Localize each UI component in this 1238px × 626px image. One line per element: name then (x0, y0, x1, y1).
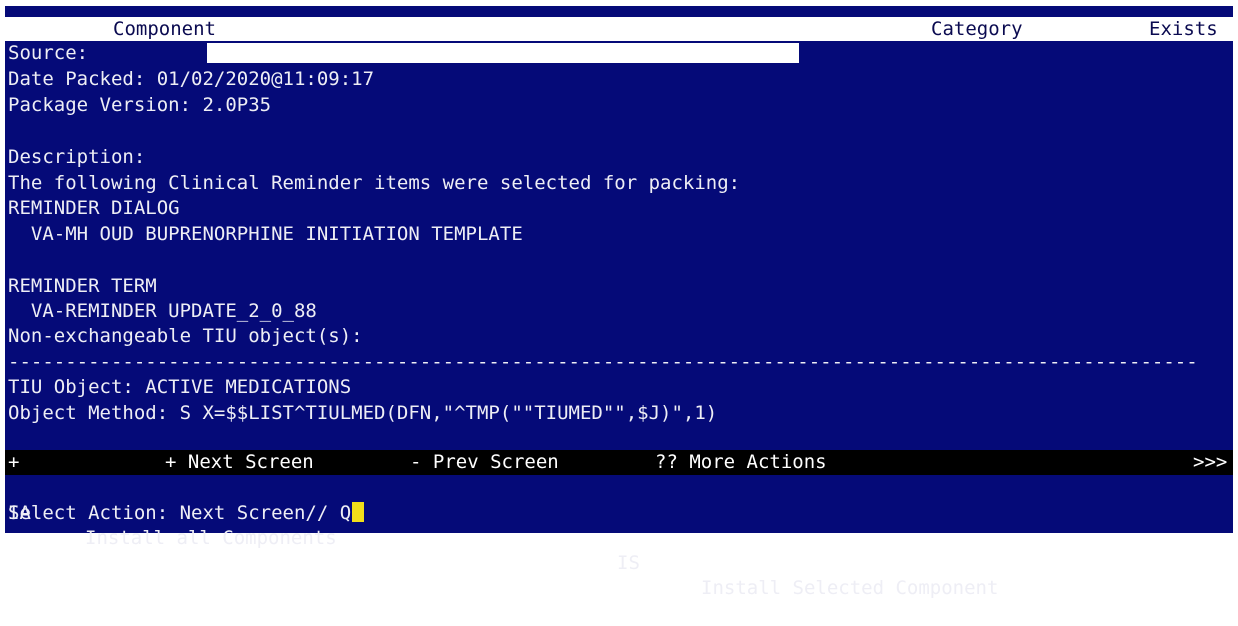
column-header-exists: Exists (1149, 18, 1218, 40)
separator-line: ----------------------------------------… (8, 351, 1198, 373)
next-screen-action[interactable]: + Next Screen (165, 450, 314, 475)
tiu-object: TIU Object: ACTIVE MEDICATIONS (8, 376, 352, 398)
reminder-dialog-item: VA-MH OUD BUPRENORPHINE INITIATION TEMPL… (8, 223, 523, 245)
select-action-prompt[interactable]: Select Action: Next Screen// Q (8, 501, 365, 526)
reminder-term-item: VA-REMINDER UPDATE_2_0_88 (8, 300, 317, 322)
description-text: The following Clinical Reminder items we… (8, 172, 741, 194)
action-row: IA Install all Components IS Install Sel… (5, 476, 1233, 599)
description-label: Description: (8, 146, 146, 168)
date-packed: Date Packed: 01/02/2020@11:09:17 (8, 68, 375, 90)
more-indicator: >>> (1193, 451, 1228, 473)
column-header-bar: Component Category Exists (5, 17, 1233, 41)
text-cursor (352, 502, 365, 522)
menu-plus: + (8, 451, 20, 473)
reminder-dialog-heading: REMINDER DIALOG (8, 197, 180, 219)
menu-bar: + + Next Screen - Prev Screen ?? More Ac… (5, 450, 1233, 475)
package-version: Package Version: 2.0P35 (8, 94, 272, 116)
column-header-category: Category (931, 18, 1023, 40)
more-actions-action[interactable]: ?? More Actions (655, 450, 827, 475)
object-method: Object Method: S X=$$LIST^TIULMED(DFN,"^… (8, 402, 718, 424)
install-selected-component-action[interactable]: Install Selected Component (701, 576, 998, 601)
terminal-window[interactable]: Component Category Exists Source: Date P… (5, 6, 1233, 599)
column-header-component: Component (113, 18, 216, 40)
source-label: Source: (8, 42, 89, 64)
install-all-components-action[interactable]: Install all Components (85, 526, 337, 551)
prompt-input[interactable]: Q (340, 502, 351, 524)
action-code-is[interactable]: IS (617, 551, 640, 576)
prompt-label: Select Action: Next Screen// (8, 502, 340, 524)
prev-screen-action[interactable]: - Prev Screen (410, 450, 559, 475)
source-field (207, 43, 799, 63)
reminder-term-heading: REMINDER TERM (8, 275, 157, 297)
non-exchangeable-label: Non-exchangeable TIU object(s): (8, 325, 363, 347)
